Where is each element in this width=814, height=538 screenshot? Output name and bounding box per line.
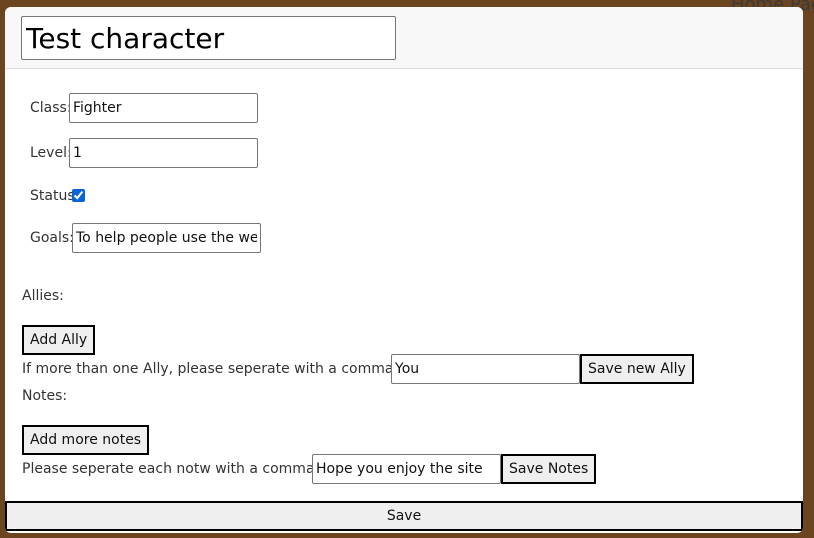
level-input[interactable]: [69, 138, 258, 168]
modal-header: [5, 7, 803, 69]
character-modal: Class: Level: Status Goals: Allies: Add …: [5, 7, 803, 533]
allies-label: Allies:: [22, 288, 64, 304]
class-input[interactable]: [69, 93, 258, 123]
goals-input[interactable]: [72, 223, 261, 253]
level-label: Level:: [30, 145, 72, 161]
class-label: Class:: [30, 100, 72, 116]
save-notes-button[interactable]: Save Notes: [501, 454, 597, 484]
allies-hint: If more than one Ally, please seperate w…: [22, 361, 394, 377]
status-checkbox[interactable]: [72, 189, 85, 202]
save-button[interactable]: Save: [5, 501, 803, 531]
notes-hint: Please seperate each notw with a comma: [22, 461, 315, 477]
goals-label: Goals:: [30, 230, 74, 246]
notes-label: Notes:: [22, 388, 68, 404]
notes-input[interactable]: [312, 454, 501, 484]
save-new-ally-button[interactable]: Save new Ally: [580, 354, 694, 384]
character-name-input[interactable]: [21, 16, 396, 60]
add-more-notes-button[interactable]: Add more notes: [22, 425, 150, 455]
status-label: Status: [30, 188, 75, 204]
ally-input[interactable]: [391, 354, 580, 384]
add-ally-button[interactable]: Add Ally: [22, 325, 96, 355]
